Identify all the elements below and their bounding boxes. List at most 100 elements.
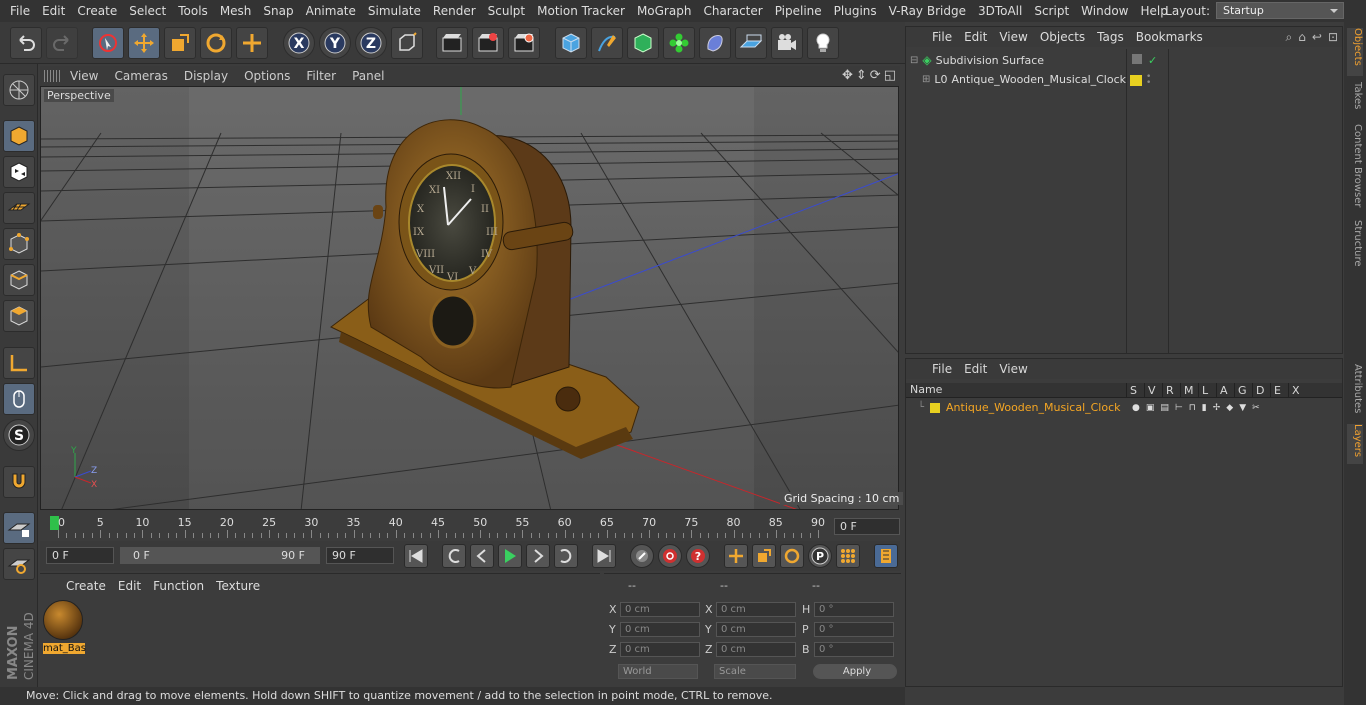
model-mode-icon[interactable]: [3, 120, 35, 152]
layer-flag-header[interactable]: M: [1180, 383, 1198, 398]
position-z-field[interactable]: 0 cm: [620, 642, 700, 657]
tab-objects[interactable]: Objects: [1347, 28, 1363, 76]
menu-select[interactable]: Select: [123, 0, 172, 22]
maximize-view-icon[interactable]: ◱: [884, 68, 896, 83]
key-rotation-icon[interactable]: [780, 544, 804, 568]
layer-flag-header[interactable]: S: [1126, 383, 1144, 398]
x-axis-lock-button[interactable]: X: [283, 27, 315, 59]
editor-visibility-icon[interactable]: [1132, 54, 1142, 64]
menu-vray-bridge[interactable]: V-Ray Bridge: [883, 0, 972, 22]
menu-sculpt[interactable]: Sculpt: [482, 0, 531, 22]
tree-item-clock[interactable]: ⊞ L0 Antique_Wooden_Musical_Clock: [922, 73, 1126, 86]
position-x-field[interactable]: 0 cm: [620, 602, 700, 617]
menu-snap[interactable]: Snap: [257, 0, 299, 22]
coordinate-system-button[interactable]: [391, 27, 423, 59]
tab-structure[interactable]: Structure: [1347, 220, 1363, 274]
render-view-icon[interactable]: [436, 27, 468, 59]
floor-environment-icon[interactable]: [735, 27, 767, 59]
record-keys-icon[interactable]: [630, 544, 654, 568]
timeline-window-icon[interactable]: [874, 544, 898, 568]
end-frame-field[interactable]: 90 F: [326, 547, 394, 564]
object-menu-file[interactable]: File: [926, 30, 958, 44]
rotation-p-field[interactable]: 0 °: [814, 622, 894, 637]
keyframe-selection-icon[interactable]: ?: [686, 544, 710, 568]
manager-flag-icon[interactable]: ⊢: [1175, 403, 1183, 413]
texture-mode-icon[interactable]: [3, 156, 35, 188]
key-parameter-icon[interactable]: P: [808, 544, 832, 568]
viewport-menu-filter[interactable]: Filter: [298, 69, 344, 83]
planar-workplane-icon[interactable]: [3, 548, 35, 580]
position-y-field[interactable]: 0 cm: [620, 622, 700, 637]
axis-mode-icon[interactable]: [3, 347, 35, 379]
deformers-flag-icon[interactable]: ◆: [1226, 403, 1233, 413]
viewport-menu-view[interactable]: View: [62, 69, 106, 83]
layer-row[interactable]: └ Antique_Wooden_Musical_Clock ● ▣ ▤ ⊢ ⊓…: [910, 400, 1340, 415]
play-icon[interactable]: [498, 544, 522, 568]
menu-simulate[interactable]: Simulate: [362, 0, 427, 22]
menu-pipeline[interactable]: Pipeline: [769, 0, 828, 22]
snapping-icon[interactable]: S: [3, 419, 35, 451]
object-menu-view[interactable]: View: [993, 30, 1033, 44]
viewport-menu-panel[interactable]: Panel: [344, 69, 392, 83]
layer-flag-header[interactable]: X: [1288, 383, 1306, 398]
layer-flag-header[interactable]: V: [1144, 383, 1162, 398]
xref-flag-icon[interactable]: ✂: [1252, 403, 1260, 413]
deformer-icon[interactable]: [699, 27, 731, 59]
menu-character[interactable]: Character: [697, 0, 768, 22]
layer-menu-file[interactable]: File: [926, 362, 958, 376]
tree-item-subdivision[interactable]: ⊟ ◈ Subdivision Surface: [910, 53, 1044, 67]
object-menu-bookmarks[interactable]: Bookmarks: [1130, 30, 1209, 44]
timeline-ruler[interactable]: 0 5 10 15 20 25 30 35 40 45 50 55 60 65 70 75 80 85 90 0 F: [40, 512, 900, 540]
coord-mode-select[interactable]: World: [618, 664, 698, 679]
layer-color-swatch[interactable]: [930, 402, 941, 413]
object-menu-edit[interactable]: Edit: [958, 30, 993, 44]
size-z-field[interactable]: 0 cm: [716, 642, 796, 657]
light-icon[interactable]: [807, 27, 839, 59]
polygons-mode-icon[interactable]: [3, 300, 35, 332]
magnet-icon[interactable]: [3, 466, 35, 498]
tab-attributes[interactable]: Attributes: [1347, 364, 1363, 418]
material-menu-create[interactable]: Create: [60, 579, 112, 593]
edges-mode-icon[interactable]: [3, 264, 35, 296]
animation-flag-icon[interactable]: ▮: [1202, 403, 1207, 413]
locked-workplane-icon[interactable]: [3, 512, 35, 544]
key-position-icon[interactable]: [724, 544, 748, 568]
redo-button[interactable]: [46, 27, 78, 59]
tab-layers[interactable]: Layers: [1347, 424, 1363, 464]
viewport-menu-display[interactable]: Display: [176, 69, 236, 83]
size-y-field[interactable]: 0 cm: [716, 622, 796, 637]
collapse-icon[interactable]: ⊟: [910, 55, 918, 66]
start-frame-field[interactable]: 0 F: [46, 547, 114, 564]
expand-icon[interactable]: ⊡: [1328, 30, 1338, 45]
previous-key-icon[interactable]: [442, 544, 466, 568]
view-flag-icon[interactable]: ▣: [1146, 403, 1155, 413]
expand-tree-icon[interactable]: ⊞: [922, 74, 930, 85]
dolly-view-icon[interactable]: ⇕: [856, 68, 867, 83]
key-pla-icon[interactable]: [836, 544, 860, 568]
perspective-viewport[interactable]: XII I II III IV V VI VII VIII IX X XI Y Z X: [40, 86, 899, 510]
object-menu-tags[interactable]: Tags: [1091, 30, 1130, 44]
go-to-end-icon[interactable]: [592, 544, 616, 568]
tab-content-browser[interactable]: Content Browser: [1347, 124, 1363, 210]
drag-handle-icon[interactable]: [44, 70, 62, 82]
render-settings-icon[interactable]: [508, 27, 540, 59]
viewport-menu-options[interactable]: Options: [236, 69, 298, 83]
apply-button[interactable]: Apply: [813, 664, 897, 679]
move-tool-button[interactable]: [128, 27, 160, 59]
enabled-check-icon[interactable]: ✓: [1148, 54, 1157, 67]
material-menu-edit[interactable]: Edit: [112, 579, 147, 593]
layer-flag-header[interactable]: D: [1252, 383, 1270, 398]
menu-mograph[interactable]: MoGraph: [631, 0, 698, 22]
previous-frame-icon[interactable]: [470, 544, 494, 568]
visibility-dots-icon[interactable]: • •: [1146, 73, 1151, 88]
generators-flag-icon[interactable]: ✢: [1213, 403, 1221, 413]
menu-create[interactable]: Create: [71, 0, 123, 22]
size-x-field[interactable]: 0 cm: [716, 602, 796, 617]
rotation-b-field[interactable]: 0 °: [814, 642, 894, 657]
layer-flag-header[interactable]: L: [1198, 383, 1216, 398]
rotate-view-icon[interactable]: ⟳: [870, 68, 881, 83]
layer-flag-header[interactable]: E: [1270, 383, 1288, 398]
layer-menu-edit[interactable]: Edit: [958, 362, 993, 376]
layer-name[interactable]: Antique_Wooden_Musical_Clock: [946, 401, 1120, 414]
scale-tool-button[interactable]: [164, 27, 196, 59]
